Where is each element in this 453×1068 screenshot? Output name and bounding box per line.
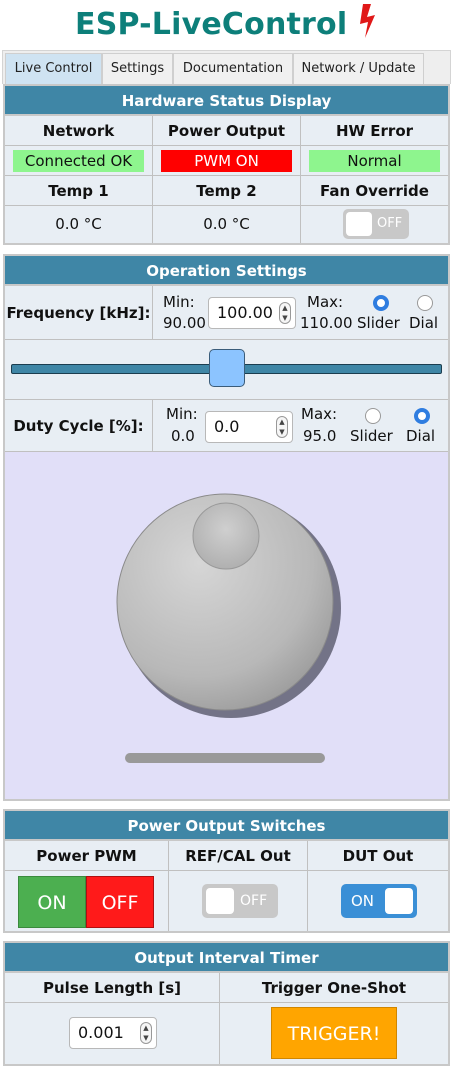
duty-cycle-dial-area xyxy=(5,452,448,799)
tab-settings[interactable]: Settings xyxy=(102,53,173,85)
frequency-label: Frequency [kHz]: xyxy=(5,286,153,340)
frequency-input-value: 100.00 xyxy=(217,303,273,322)
toggle-knob xyxy=(385,888,413,914)
power-output-header: Power Output xyxy=(153,116,301,146)
frequency-input[interactable]: 100.00 ▲ ▼ xyxy=(208,297,296,329)
dial-indicator xyxy=(192,502,260,570)
spinner-icon[interactable]: ▲ ▼ xyxy=(276,416,288,438)
refcal-cell: OFF xyxy=(169,871,308,931)
dut-toggle-label: ON xyxy=(351,892,375,910)
tab-bar: Live Control Settings Documentation Netw… xyxy=(2,50,451,85)
toggle-knob xyxy=(346,212,372,236)
tab-documentation[interactable]: Documentation xyxy=(173,53,293,85)
frequency-row: Frequency [kHz]: Min: 90.00 100.00 ▲ ▼ Ma… xyxy=(5,286,448,340)
panel-title: Power Output Switches xyxy=(5,811,448,841)
duty-cycle-max-value: 95.0 xyxy=(303,427,337,445)
duty-cycle-slider-radio[interactable] xyxy=(365,408,381,424)
duty-cycle-slider-label: Slider xyxy=(350,427,393,445)
dut-header: DUT Out xyxy=(308,841,448,871)
duty-cycle-min-value: 0.0 xyxy=(171,427,195,445)
frequency-dial-radio[interactable] xyxy=(417,295,433,311)
fan-override-toggle[interactable]: OFF xyxy=(343,209,409,239)
pulse-length-cell: 0.001 ▲ ▼ xyxy=(5,1003,220,1064)
dut-cell: ON xyxy=(308,871,448,931)
spinner-icon[interactable]: ▲ ▼ xyxy=(140,1022,152,1044)
frequency-min-label: Min: xyxy=(163,293,195,311)
output-interval-timer-panel: Output Interval Timer Pulse Length [s] T… xyxy=(3,941,450,1066)
app-title-text: ESP-LiveControl xyxy=(75,7,348,42)
frequency-max-label: Max: xyxy=(307,293,344,311)
pulse-length-header: Pulse Length [s] xyxy=(5,973,220,1003)
tab-live-control[interactable]: Live Control xyxy=(5,53,102,85)
temp1-value: 0.0 °C xyxy=(5,206,153,243)
duty-cycle-dial[interactable] xyxy=(5,452,448,799)
duty-cycle-row: Duty Cycle [%]: Min: 0.0 0.0 ▲ ▼ Max: 95.… xyxy=(5,400,448,452)
pulse-length-input[interactable]: 0.001 ▲ ▼ xyxy=(69,1017,157,1049)
app-title: ESP-LiveControl xyxy=(0,4,453,44)
frequency-slider-label: Slider xyxy=(357,314,400,332)
frequency-max-value: 110.00 xyxy=(300,314,353,332)
spinner-icon[interactable]: ▲ ▼ xyxy=(279,302,291,324)
pwm-on-button[interactable]: ON xyxy=(18,876,86,928)
frequency-min-value: 90.00 xyxy=(163,314,206,332)
power-output-switches-panel: Power Output Switches Power PWM REF/CAL … xyxy=(3,809,450,933)
pulse-length-value: 0.001 xyxy=(78,1023,124,1042)
dial-value-bar xyxy=(125,753,325,763)
power-output-status: PWM ON xyxy=(161,150,292,172)
operation-settings-panel: Operation Settings Frequency [kHz]: Min:… xyxy=(3,254,450,801)
trigger-button[interactable]: TRIGGER! xyxy=(271,1007,397,1059)
fan-override-toggle-label: OFF xyxy=(377,216,403,231)
panel-title: Operation Settings xyxy=(5,256,448,286)
temp2-header: Temp 2 xyxy=(153,176,301,206)
frequency-slider-radio[interactable] xyxy=(373,295,389,311)
duty-cycle-dial-radio[interactable] xyxy=(414,408,430,424)
fan-override-cell: OFF xyxy=(301,206,448,243)
lightning-bolt-icon xyxy=(359,4,375,38)
refcal-header: REF/CAL Out xyxy=(169,841,308,871)
hw-error-cell: Normal xyxy=(301,146,448,176)
duty-cycle-input[interactable]: 0.0 ▲ ▼ xyxy=(205,411,293,443)
hw-error-status: Normal xyxy=(309,150,440,172)
duty-cycle-input-value: 0.0 xyxy=(214,417,240,436)
refcal-toggle-label: OFF xyxy=(240,893,268,909)
trigger-cell: TRIGGER! xyxy=(220,1003,448,1064)
tab-network-update[interactable]: Network / Update xyxy=(293,53,424,85)
panel-title: Hardware Status Display xyxy=(5,86,448,116)
frequency-dial-label: Dial xyxy=(409,314,439,332)
dut-toggle[interactable]: ON xyxy=(341,884,417,918)
panel-title: Output Interval Timer xyxy=(5,943,448,973)
temp1-header: Temp 1 xyxy=(5,176,153,206)
temp2-value: 0.0 °C xyxy=(153,206,301,243)
duty-cycle-max-label: Max: xyxy=(301,405,338,423)
duty-cycle-dial-label: Dial xyxy=(406,427,436,445)
frequency-slider-thumb[interactable] xyxy=(208,349,245,387)
power-pwm-header: Power PWM xyxy=(5,841,169,871)
hardware-status-panel: Hardware Status Display Network Power Ou… xyxy=(3,84,450,245)
duty-cycle-min-label: Min: xyxy=(166,405,198,423)
fan-override-header: Fan Override xyxy=(301,176,448,206)
duty-cycle-label: Duty Cycle [%]: xyxy=(5,400,153,452)
network-status: Connected OK xyxy=(13,150,144,172)
network-header: Network xyxy=(5,116,153,146)
frequency-slider-row xyxy=(5,340,448,400)
trigger-header: Trigger One-Shot xyxy=(220,973,448,1003)
toggle-knob xyxy=(206,888,234,914)
refcal-toggle[interactable]: OFF xyxy=(202,884,278,918)
pwm-off-button[interactable]: OFF xyxy=(86,876,154,928)
network-cell: Connected OK xyxy=(5,146,153,176)
hw-error-header: HW Error xyxy=(301,116,448,146)
power-output-cell: PWM ON xyxy=(153,146,301,176)
power-pwm-cell: ON OFF xyxy=(5,871,169,931)
